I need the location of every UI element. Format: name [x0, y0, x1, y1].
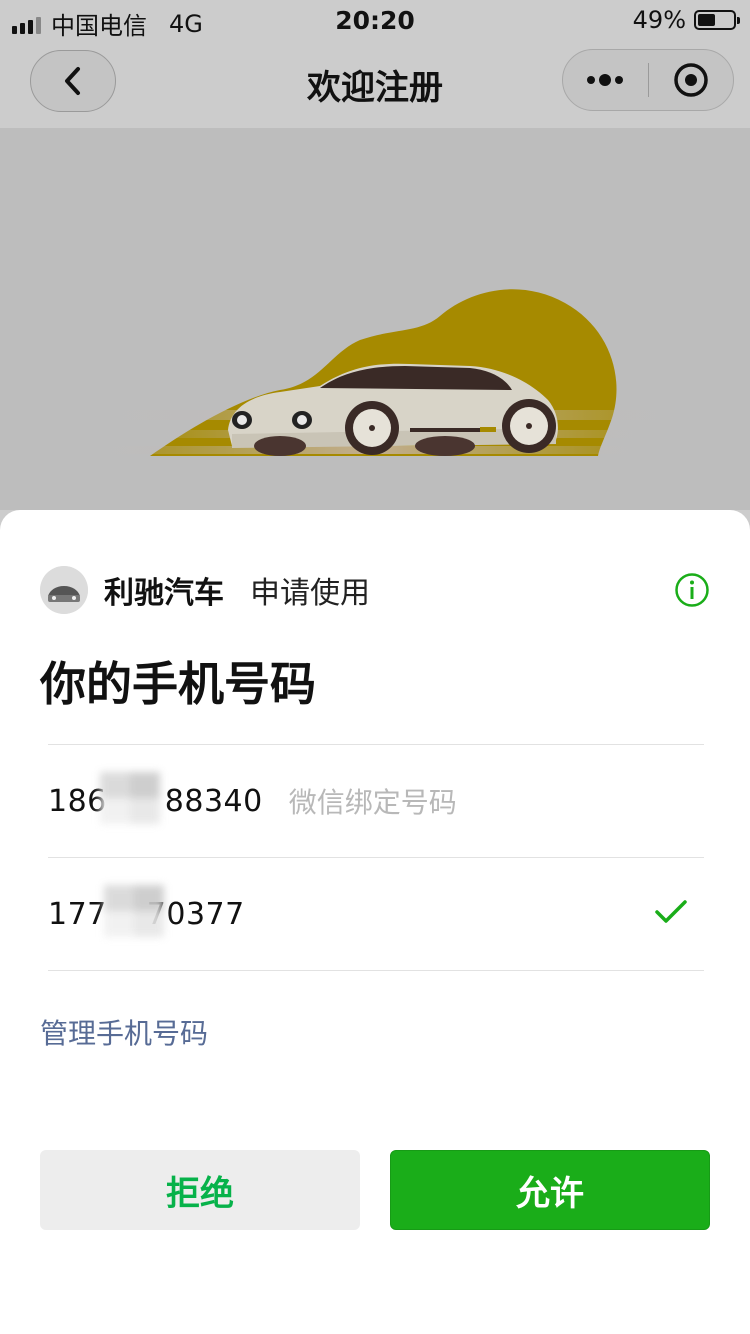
more-dots-icon	[587, 74, 624, 86]
phone-note: 微信绑定号码	[288, 786, 457, 819]
nav-bar: 欢迎注册	[0, 40, 750, 128]
phone-prefix: 186	[48, 783, 107, 819]
battery-percent: 49%	[632, 6, 686, 34]
privacy-mosaic	[104, 884, 164, 937]
request-text: 申请使用	[250, 576, 370, 611]
phone-option-1[interactable]: 186 88340 微信绑定号码	[48, 744, 704, 857]
phone-list: 186 88340 微信绑定号码 177 70377	[48, 744, 704, 971]
phone-number: 177 70377	[48, 884, 245, 937]
car-illustration	[60, 289, 710, 456]
allow-button[interactable]: 允许	[390, 1150, 710, 1230]
status-bar: 中国电信 4G 20:20 49%	[0, 0, 750, 40]
app-request-row: 利驰汽车 申请使用	[40, 566, 370, 614]
mini-program-capsule	[562, 49, 734, 111]
close-mini-program-button[interactable]	[649, 50, 734, 110]
checkmark-icon	[655, 900, 687, 923]
info-icon[interactable]	[674, 572, 710, 608]
app-name: 利驰汽车	[104, 576, 224, 611]
privacy-mosaic	[100, 771, 160, 824]
hero-banner	[0, 128, 750, 510]
status-right: 49%	[632, 6, 740, 34]
car-logo-icon	[40, 566, 88, 614]
phone-auth-sheet: 利驰汽车 申请使用 你的手机号码 186 88340 微信绑定号码 177 7037…	[0, 510, 750, 1334]
battery-icon	[694, 10, 740, 30]
more-button[interactable]	[563, 50, 648, 110]
reject-button[interactable]: 拒绝	[40, 1150, 360, 1230]
phone-prefix: 177	[48, 896, 107, 932]
phone-option-2[interactable]: 177 70377	[48, 857, 704, 971]
phone-suffix: 88340	[164, 783, 263, 819]
target-circle-icon	[674, 63, 708, 97]
manage-phone-link[interactable]: 管理手机号码	[40, 1012, 208, 1052]
app-avatar	[40, 566, 88, 614]
phone-number: 186 88340	[48, 771, 263, 824]
sheet-title: 你的手机号码	[40, 657, 316, 711]
